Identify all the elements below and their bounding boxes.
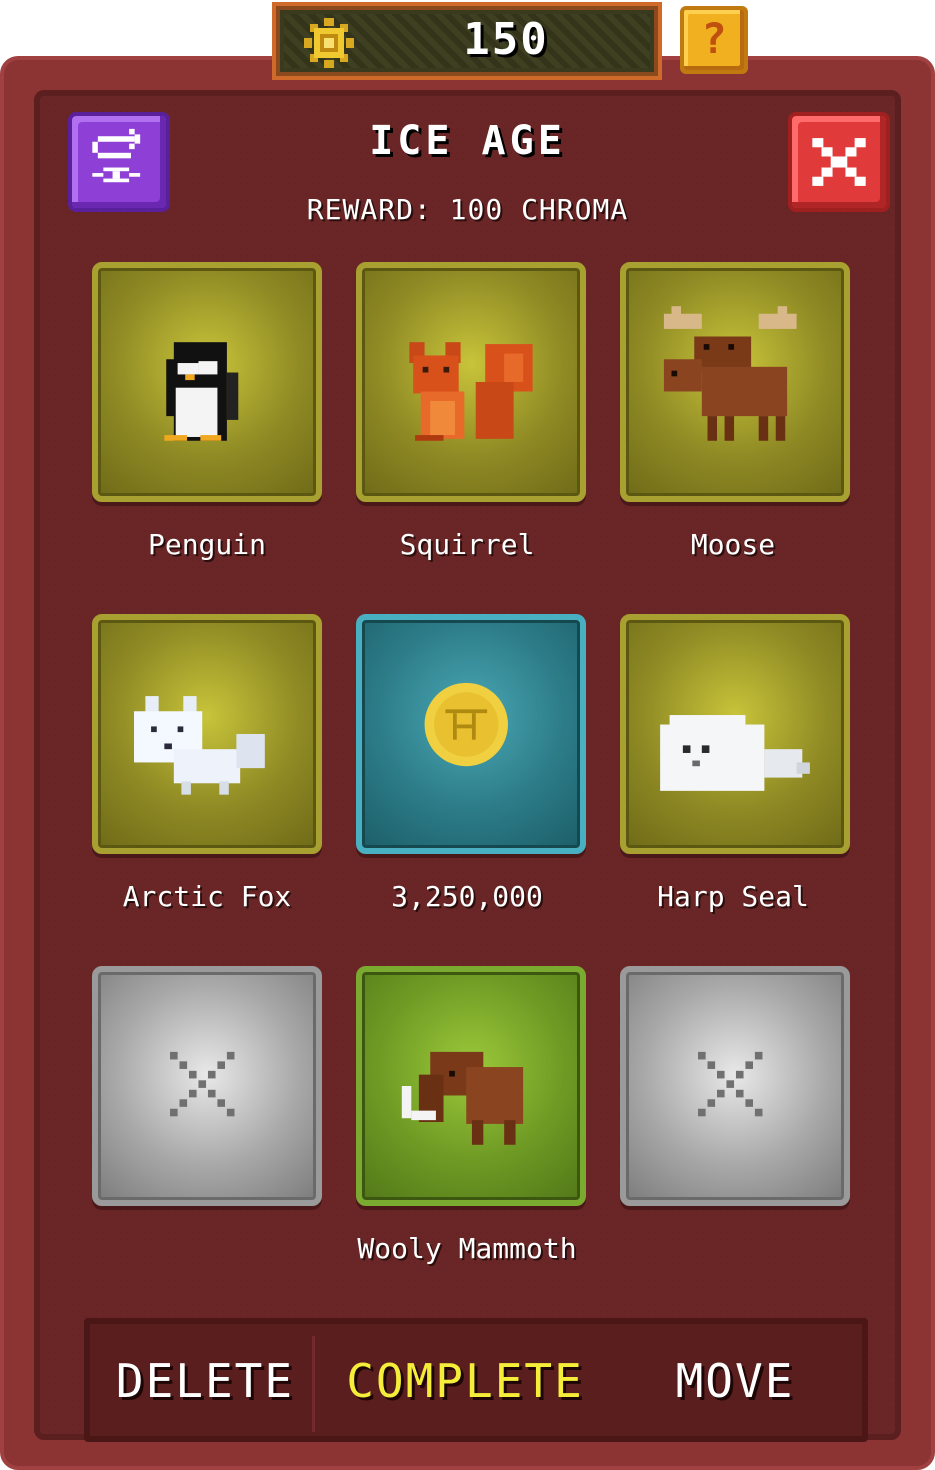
action-bar: DELETE COMPLETE MOVE — [84, 1318, 868, 1442]
help-button[interactable]: ? — [680, 6, 748, 74]
tile-label-squirrel: Squirrel — [399, 528, 535, 561]
tile-empty-slot[interactable] — [92, 966, 322, 1206]
empty-slot-icon — [698, 1051, 763, 1117]
moose-icon — [663, 306, 797, 441]
tile-label-moose: Moose — [690, 528, 776, 561]
tile-wooly-mammoth[interactable] — [356, 966, 586, 1206]
tile-label-arctic-fox: Arctic Fox — [122, 880, 292, 913]
currency-bar: 150 — [272, 2, 662, 80]
collection-reward: REWARD: 100 CHROMA — [306, 193, 629, 226]
tile-harp-seal[interactable] — [620, 614, 850, 854]
complete-button[interactable]: COMPLETE — [330, 1354, 600, 1414]
coin-icon — [424, 682, 508, 767]
tile-coin-reward[interactable] — [356, 614, 586, 854]
currency-amount: 150 — [463, 14, 549, 65]
empty-slot-icon — [170, 1051, 235, 1117]
action-divider — [312, 1336, 315, 1432]
tile-arctic-fox[interactable] — [92, 614, 322, 854]
tile-label-penguin: Penguin — [147, 528, 266, 561]
tile-label-harp-seal: Harp Seal — [657, 880, 809, 913]
tile-label-coin-reward: 3,250,000 — [391, 880, 543, 913]
collection-title: ICE AGE — [369, 118, 566, 164]
tile-moose[interactable] — [620, 262, 850, 502]
squirrel-icon — [409, 342, 533, 441]
sun-gem-icon — [304, 18, 354, 68]
tile-penguin[interactable] — [92, 262, 322, 502]
delete-button[interactable]: DELETE — [100, 1354, 310, 1414]
harp-seal-icon — [660, 715, 810, 791]
tile-label-wooly-mammoth: Wooly Mammoth — [357, 1232, 577, 1265]
tile-empty-slot[interactable] — [620, 966, 850, 1206]
arctic-fox-icon — [134, 696, 265, 795]
move-button[interactable]: MOVE — [630, 1354, 840, 1414]
penguin-icon — [164, 342, 239, 441]
mammoth-icon — [401, 1051, 524, 1145]
tile-squirrel[interactable] — [356, 262, 586, 502]
